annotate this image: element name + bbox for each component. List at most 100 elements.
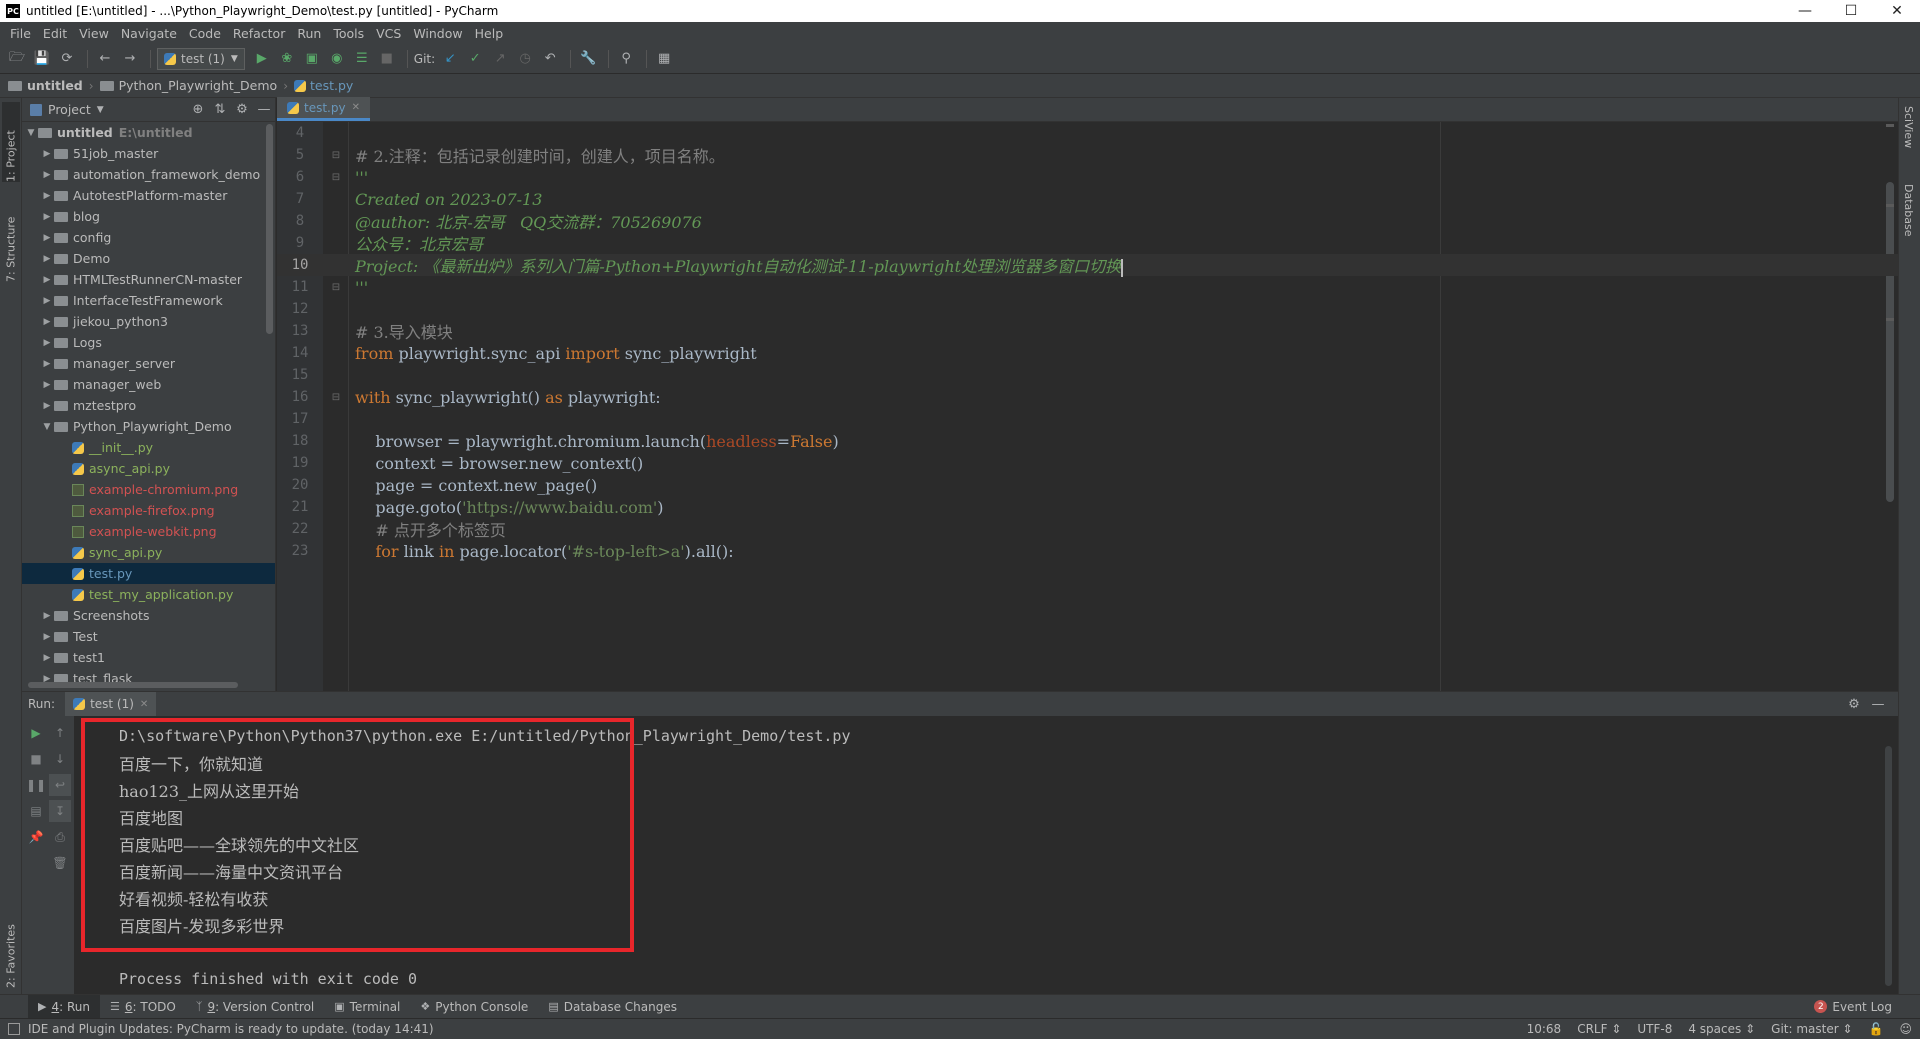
- menu-vcs[interactable]: VCS: [370, 26, 407, 41]
- tree-file[interactable]: test.py: [22, 563, 275, 584]
- rollback-icon[interactable]: ↶: [539, 48, 561, 70]
- project-view-selector[interactable]: Project: [48, 102, 91, 117]
- tree-folder[interactable]: ▶ blog: [22, 206, 275, 227]
- git-push-icon[interactable]: ↗: [489, 48, 511, 70]
- fold-marker-icon[interactable]: ⊟: [323, 150, 349, 161]
- menu-edit[interactable]: Edit: [37, 26, 73, 41]
- run-configuration-select[interactable]: test (1) ▼: [157, 47, 245, 70]
- code-line[interactable]: 10 Project: 《最新出炉》系列入门篇-Python+Playwright…: [277, 254, 1898, 277]
- code-line[interactable]: 4: [277, 122, 1898, 144]
- close-tab-icon[interactable]: ✕: [140, 699, 148, 710]
- tree-folder-python-playwright-demo[interactable]: ▼ Python_Playwright_Demo: [22, 416, 275, 437]
- sync-icon[interactable]: ⟳: [56, 48, 78, 70]
- tree-folder[interactable]: ▶ InterfaceTestFramework: [22, 290, 275, 311]
- indent-select[interactable]: 4 spaces ⇕: [1680, 1022, 1763, 1036]
- code-line[interactable]: 13 # 3.导入模块: [277, 320, 1898, 342]
- chevron-down-icon[interactable]: ▼: [24, 128, 38, 138]
- tree-folder[interactable]: ▶ HTMLTestRunnerCN-master: [22, 269, 275, 290]
- chevron-right-icon[interactable]: ▶: [40, 632, 54, 642]
- tree-folder[interactable]: ▶ 51job_master: [22, 143, 275, 164]
- pin-icon[interactable]: 📌: [25, 826, 47, 848]
- chevron-right-icon[interactable]: ▶: [40, 338, 54, 348]
- tree-folder[interactable]: ▶ Demo: [22, 248, 275, 269]
- tree-folder[interactable]: ▶ AutotestPlatform-master: [22, 185, 275, 206]
- tree-file[interactable]: sync_api.py: [22, 542, 275, 563]
- maximize-button[interactable]: ☐: [1828, 0, 1874, 22]
- tab-sciview[interactable]: SciView: [1902, 106, 1915, 148]
- breadcrumb-item-project[interactable]: untitled: [8, 78, 83, 93]
- event-log-button[interactable]: 2 Event Log: [1814, 1000, 1892, 1014]
- locate-target-icon[interactable]: ⊕: [187, 102, 209, 117]
- tree-folder[interactable]: ▶ mztestpro: [22, 395, 275, 416]
- tree-folder[interactable]: ▶ manager_web: [22, 374, 275, 395]
- chevron-right-icon[interactable]: ▶: [40, 170, 54, 180]
- tree-file[interactable]: example-firefox.png: [22, 500, 275, 521]
- pause-icon[interactable]: ❚❚: [25, 774, 47, 796]
- menu-help[interactable]: Help: [469, 26, 510, 41]
- run-tab-test[interactable]: test (1) ✕: [65, 692, 157, 716]
- code-line[interactable]: 20 page = context.new_page(): [277, 474, 1898, 496]
- menu-code[interactable]: Code: [183, 26, 227, 41]
- tree-folder[interactable]: ▶ Screenshots: [22, 605, 275, 626]
- collapse-all-icon[interactable]: ⇅: [209, 102, 231, 117]
- chevron-right-icon[interactable]: ▶: [40, 254, 54, 264]
- gear-icon[interactable]: ⚙: [1842, 697, 1866, 712]
- run-coverage-icon[interactable]: ▣: [301, 48, 323, 70]
- tree-file[interactable]: async_api.py: [22, 458, 275, 479]
- code-line[interactable]: 8 @author: 北京-宏哥 QQ交流群：705269076: [277, 210, 1898, 232]
- code-line[interactable]: 21 page.goto('https://www.baidu.com'): [277, 496, 1898, 518]
- git-update-icon[interactable]: ↙: [439, 48, 461, 70]
- scroll-to-end-icon[interactable]: ↧: [49, 800, 71, 822]
- code-line[interactable]: 23 for link in page.locator('#s-top-left…: [277, 540, 1898, 562]
- line-separator-select[interactable]: CRLF ⇕: [1569, 1022, 1629, 1036]
- chevron-right-icon[interactable]: ▶: [40, 380, 54, 390]
- menu-view[interactable]: View: [73, 26, 115, 41]
- tree-root-untitled[interactable]: ▼ untitled E:\untitled: [22, 122, 275, 143]
- open-folder-icon[interactable]: 🗁: [6, 48, 28, 70]
- breadcrumb-item-file[interactable]: test.py: [294, 78, 353, 93]
- menu-window[interactable]: Window: [407, 26, 468, 41]
- status-message[interactable]: IDE and Plugin Updates: PyCharm is ready…: [28, 1022, 1519, 1036]
- up-arrow-icon[interactable]: ↑: [49, 722, 71, 744]
- code-line[interactable]: 14 from playwright.sync_api import sync_p…: [277, 342, 1898, 364]
- debug-bug-icon[interactable]: ❀: [276, 48, 298, 70]
- fold-marker-icon[interactable]: ⊟: [323, 392, 349, 403]
- menu-file[interactable]: File: [4, 26, 37, 41]
- chevron-down-icon[interactable]: ▼: [40, 422, 54, 432]
- caret-position[interactable]: 10:68: [1519, 1022, 1570, 1036]
- tab-structure[interactable]: 7: Structure: [2, 192, 20, 282]
- tab-project[interactable]: 1: Project: [2, 102, 20, 182]
- code-line[interactable]: 5 ⊟ # 2.注释：包括记录创建时间，创建人，项目名称。: [277, 144, 1898, 166]
- hide-minus-icon[interactable]: —: [253, 102, 275, 117]
- minimize-button[interactable]: —: [1782, 0, 1828, 22]
- close-button[interactable]: ✕: [1874, 0, 1920, 22]
- gear-icon[interactable]: ⚙: [231, 102, 253, 117]
- tab-test-py[interactable]: test.py ✕: [277, 97, 370, 121]
- search-icon[interactable]: ⚲: [615, 48, 637, 70]
- down-arrow-icon[interactable]: ↓: [49, 748, 71, 770]
- inspector-face-icon[interactable]: ☺: [1891, 1022, 1920, 1036]
- code-line[interactable]: 16 ⊟ with sync_playwright() as playwright:: [277, 386, 1898, 408]
- tree-folder[interactable]: ▶ Test: [22, 626, 275, 647]
- code-line[interactable]: 11 ⊟ ''': [277, 276, 1898, 298]
- encoding-select[interactable]: UTF-8: [1629, 1022, 1680, 1036]
- tab-favorites[interactable]: 2: Favorites: [2, 898, 20, 988]
- tab-run[interactable]: ▶ 4: Run: [28, 994, 100, 1019]
- git-branch-select[interactable]: Git: master ⇕: [1763, 1022, 1860, 1036]
- stop-icon[interactable]: ■: [25, 748, 47, 770]
- chevron-right-icon[interactable]: ▶: [40, 212, 54, 222]
- save-all-icon[interactable]: 💾: [31, 48, 53, 70]
- chevron-right-icon[interactable]: ▶: [40, 401, 54, 411]
- fold-marker-icon[interactable]: ⊟: [323, 282, 349, 293]
- chevron-right-icon[interactable]: ▶: [40, 191, 54, 201]
- layout-icon[interactable]: ▤: [25, 800, 47, 822]
- back-arrow-icon[interactable]: ←: [94, 48, 116, 70]
- chevron-right-icon[interactable]: ▶: [40, 359, 54, 369]
- code-line[interactable]: 17: [277, 408, 1898, 430]
- chevron-right-icon[interactable]: ▶: [40, 149, 54, 159]
- print-icon[interactable]: ⎙: [49, 826, 71, 848]
- menu-navigate[interactable]: Navigate: [115, 26, 183, 41]
- code-area[interactable]: 4 5 ⊟ # 2.注释：包括记录创建时间，创建人，项目名称。 6 ⊟ ''' 7 Create…: [277, 122, 1898, 691]
- lock-icon[interactable]: 🔓: [1861, 1022, 1892, 1036]
- code-line[interactable]: 22 # 点开多个标签页: [277, 518, 1898, 540]
